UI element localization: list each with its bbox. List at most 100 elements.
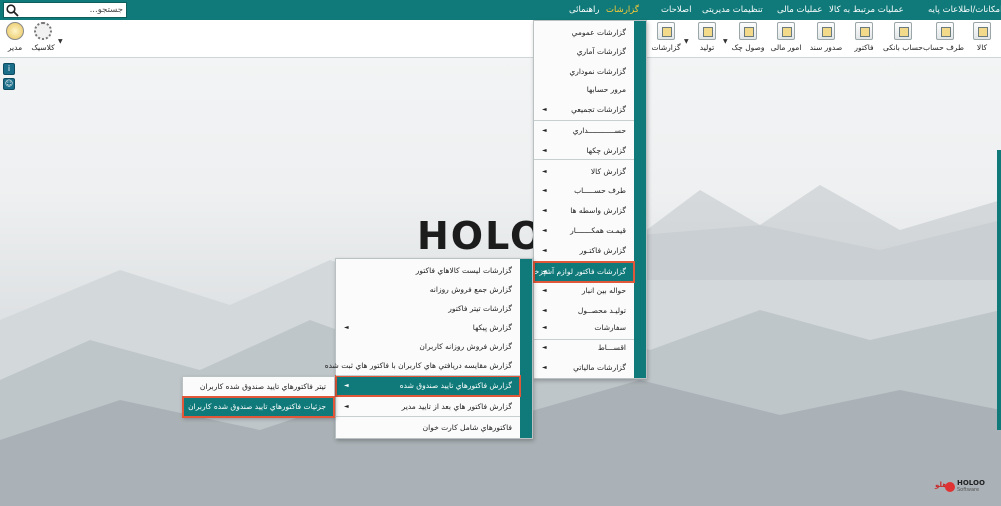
menu-item[interactable]: اقســـاط ◄ <box>534 338 634 358</box>
menu-basic-info[interactable]: امکانات/اطلاعات پایه <box>928 0 1001 20</box>
submenu-arrow-icon: ◄ <box>542 227 547 234</box>
menu-item[interactable]: سفارشات ◄ <box>534 318 634 338</box>
search-input[interactable] <box>22 3 126 17</box>
menu-item-label: گزارشات تجميعي <box>571 105 626 114</box>
menu-item[interactable]: گزارشات عمومي <box>534 23 634 43</box>
submenu-arrow-icon: ◄ <box>542 106 547 113</box>
submenu-arrow-icon: ◄ <box>542 268 547 275</box>
user-icon[interactable]: ☺ <box>3 78 15 90</box>
menu-help[interactable]: راهنمائی <box>569 0 599 20</box>
document-icon <box>817 22 835 40</box>
menu-item[interactable]: قيمـت همکـــــــار ◄ <box>534 221 634 241</box>
submenu-arrow-icon: ◄ <box>542 247 547 254</box>
menu-item[interactable]: گزارش فاکتور هاي بعد از تاييد مدير ◄ <box>336 397 520 417</box>
menu-item[interactable]: گزارش کالا ◄ <box>534 162 634 182</box>
submenu-arrow-icon: ◄ <box>542 168 547 175</box>
toolbar-issue-document-button[interactable]: صدور سند <box>806 22 846 56</box>
menu-item-label: گزارشات مالياتي <box>573 363 626 372</box>
menu-item[interactable]: مرور حسابها <box>534 80 634 100</box>
manager-icon <box>6 22 24 40</box>
brand-dot-icon <box>945 482 955 492</box>
menu-financial[interactable]: عملیات مالی <box>777 0 822 20</box>
menu-item[interactable]: گزارش فاکتورهاي تاييد صندوق شده ◄ <box>335 375 521 397</box>
menu-item[interactable]: گزارش فروش روزانه کاربران <box>336 337 520 357</box>
finance-icon <box>777 22 795 40</box>
menu-item[interactable]: گزارش چکها ◄ <box>534 141 634 161</box>
menu-item-label: مرور حسابها <box>586 85 626 94</box>
info-icon[interactable]: i <box>3 63 15 75</box>
submenu-arrow-icon: ◄ <box>344 403 349 410</box>
menu-item[interactable]: گزارش پيکها ◄ <box>336 318 520 338</box>
menu-item-label: طرف حســـــاب <box>574 186 626 195</box>
submenu-arrow-icon: ◄ <box>542 127 547 134</box>
menu-item-label: گزارش فروش روزانه کاربران <box>419 342 512 351</box>
menu-item[interactable]: گزارشات ليست کالاهاي فاکتور <box>336 261 520 281</box>
menu-item-label: توليـد محصــول <box>577 306 626 315</box>
menu-item[interactable]: گزارشات تجميعي ◄ <box>534 100 634 120</box>
menu-item-label: حواله بين انبار <box>581 286 626 295</box>
menu-separator <box>336 375 520 376</box>
toolbar-manager-button[interactable]: مدیر <box>4 22 26 56</box>
menu-reports[interactable]: گزارشات <box>606 0 639 20</box>
menu-separator <box>534 120 634 121</box>
toolbar-label: مدیر <box>7 43 23 52</box>
person-icon <box>936 22 954 40</box>
submenu-arrow-icon: ◄ <box>542 324 547 331</box>
menu-item[interactable]: جزئيات فاکتورهاي تاييد صندوق شده کاربران <box>182 396 335 418</box>
menu-item-label: جزئيات فاکتورهاي تاييد صندوق شده کاربران <box>188 402 326 411</box>
menu-item[interactable]: گزارشات مالياتي ◄ <box>534 358 634 378</box>
gear-icon <box>34 22 52 40</box>
menu-item[interactable]: گزارشات آماري <box>534 42 634 62</box>
toolbar-reports-button[interactable]: گزارشات <box>650 22 682 56</box>
menu-item[interactable]: حواله بين انبار ◄ <box>534 281 634 301</box>
menu-item-label: گزارش کالا <box>590 167 626 176</box>
chevron-down-icon[interactable]: ▼ <box>684 38 689 45</box>
submenu-arrow-icon: ◄ <box>542 207 547 214</box>
toolbar-bank-account-button[interactable]: حساب بانکی <box>882 22 924 56</box>
search-icon[interactable] <box>6 4 19 17</box>
menu-item-label: گزارشات عمومي <box>571 28 626 37</box>
menu-item[interactable]: فاکتورهاي شامل کارت خوان <box>336 418 520 438</box>
menu-item-label: گزارشات ليست کالاهاي فاکتور <box>415 266 512 275</box>
toolbar-finance-button[interactable]: امور مالی <box>768 22 804 56</box>
toolbar-invoice-button[interactable]: فاکتور <box>850 22 878 56</box>
kitchen-invoice-submenu: گزارشات ليست کالاهاي فاکتور گزارش جمع فرو… <box>325 258 533 439</box>
chevron-down-icon[interactable]: ▼ <box>723 38 728 45</box>
menu-item-label: گزارش واسطه ها <box>570 206 626 215</box>
scrollbar[interactable] <box>997 150 1001 430</box>
menu-item-label: گزارشات نموداري <box>569 67 626 76</box>
toolbar-production-button[interactable]: تولید <box>693 22 721 56</box>
menu-item-label: گزارش جمع فروش روزانه <box>429 285 512 294</box>
toolbar-label: طرف حساب <box>923 43 964 52</box>
menu-item[interactable]: گزارشات نموداري <box>534 62 634 82</box>
menu-item[interactable]: گزارشات فاکتور لوازم آشپزخانه ◄ <box>526 261 635 283</box>
menu-item[interactable]: گزارش مقايسه دريافتي هاي کاربران با فاکت… <box>325 356 520 376</box>
menu-item-label: گزارش چکها <box>586 146 626 155</box>
menu-item[interactable]: گزارش جمع فروش روزانه <box>336 280 520 300</box>
toolbar-label: کلاسیک <box>31 43 55 52</box>
menu-item[interactable]: گزارشات تيتر فاکتور <box>336 299 520 319</box>
toolbar-classic-button[interactable]: کلاسیک <box>30 22 56 56</box>
menu-item-operations[interactable]: عملیات مرتبط به کالا <box>829 0 904 20</box>
toolbar-cheque-button[interactable]: وصول چک <box>730 22 766 56</box>
menu-item-label: گزارش فاکتور هاي بعد از تاييد مدير <box>401 402 512 411</box>
menu-item[interactable]: گزارش فاکتـور ◄ <box>534 241 634 261</box>
menu-item[interactable]: تيتر فاکتورهاي تاييد صندوق شده کاربران <box>183 377 334 397</box>
toolbar-item-button[interactable]: کالا <box>968 22 996 56</box>
brand-sub: Software <box>957 487 980 493</box>
menu-corrections[interactable]: اصلاحات <box>661 0 692 20</box>
menu-admin-settings[interactable]: تنظیمات مدیریتی <box>702 0 763 20</box>
brand-name: HOLOO <box>957 479 985 487</box>
toolbar-account-button[interactable]: طرف حساب <box>923 22 964 56</box>
menu-strip <box>520 259 532 438</box>
chevron-down-icon[interactable]: ▼ <box>58 38 63 45</box>
report-icon <box>657 22 675 40</box>
menu-item-label: قيمـت همکـــــــار <box>570 226 626 235</box>
menu-item-label: گزارش پيکها <box>472 323 512 332</box>
holoo-brand: هلو HOLOO Software <box>935 478 991 494</box>
menu-item[interactable]: گزارش واسطه ها ◄ <box>534 201 634 221</box>
menu-item[interactable]: طرف حســـــاب ◄ <box>534 181 634 201</box>
search-box[interactable] <box>3 2 127 18</box>
menu-item-label: حســــــــــــداري <box>572 126 626 135</box>
menu-item[interactable]: حســــــــــــداري ◄ <box>534 121 634 141</box>
